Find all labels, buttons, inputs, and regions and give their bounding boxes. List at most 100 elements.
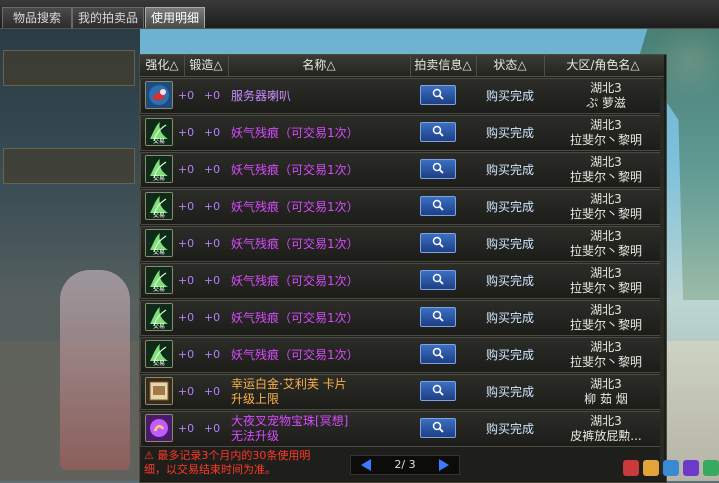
svg-text:交易: 交易 bbox=[153, 248, 165, 256]
record-limit-text: 最多记录3个月内的30条使用明细，以交易结束时间为准。 bbox=[144, 449, 311, 476]
enhance-value: +0 bbox=[177, 385, 195, 398]
auction-info-button[interactable] bbox=[420, 270, 456, 290]
item-name-line1: 妖气残痕（可交易1次） bbox=[231, 162, 359, 177]
left-box bbox=[3, 50, 135, 86]
table-row[interactable]: 交易 +0 +0 妖气残痕（可交易1次） 购买完成 湖北3 拉斐尔丶黎明 bbox=[140, 152, 664, 188]
tradable-item-icon[interactable]: 交易 bbox=[145, 155, 173, 183]
table-row[interactable]: 交易 +0 +0 妖气残痕（可交易1次） 购买完成 湖北3 拉斐尔丶黎明 bbox=[140, 337, 664, 373]
enhance-value: +0 bbox=[177, 348, 195, 361]
table-row[interactable]: +0 +0 幸运白金·艾利芙 卡片 升级上限 购买完成 湖北3 柳 茹 烟 bbox=[140, 374, 664, 410]
auction-info-button[interactable] bbox=[420, 85, 456, 105]
item-name-line1: 妖气残痕（可交易1次） bbox=[231, 125, 359, 140]
enhance-value: +0 bbox=[177, 126, 195, 139]
table-row[interactable]: +0 +0 大夜叉宠物宝珠[冥想] 无法升级 购买完成 湖北3 皮裤放屁勲... bbox=[140, 411, 664, 447]
item-name-line1: 妖气残痕（可交易1次） bbox=[231, 273, 359, 288]
character-name: 拉斐尔丶黎明 bbox=[569, 170, 642, 184]
auction-info-button[interactable] bbox=[420, 381, 456, 401]
character-figure bbox=[60, 270, 130, 470]
hud-icon[interactable] bbox=[643, 460, 659, 476]
item-name: 妖气残痕（可交易1次） bbox=[231, 264, 411, 298]
auction-info-button[interactable] bbox=[420, 418, 456, 438]
pager: 2/ 3 bbox=[350, 455, 460, 475]
hud-icon[interactable] bbox=[663, 460, 679, 476]
enhance-value: +0 bbox=[177, 163, 195, 176]
server-info: 湖北3 拉斐尔丶黎明 bbox=[551, 227, 661, 261]
status-text: 购买完成 bbox=[485, 422, 534, 436]
forge-value: +0 bbox=[203, 237, 221, 250]
tab-my-auctions[interactable]: 我的拍卖品 bbox=[72, 7, 144, 28]
item-name: 妖气残痕（可交易1次） bbox=[231, 338, 411, 372]
left-box bbox=[3, 148, 135, 184]
item-name-line1: 大夜叉宠物宝珠[冥想] bbox=[231, 414, 349, 428]
svg-text:交易: 交易 bbox=[153, 174, 165, 182]
status-text: 购买完成 bbox=[485, 311, 534, 325]
item-name: 妖气残痕（可交易1次） bbox=[231, 153, 411, 187]
tradable-item-icon[interactable]: 交易 bbox=[145, 229, 173, 257]
col-enhance[interactable]: 强化△ bbox=[140, 55, 185, 76]
enhance-value: +0 bbox=[177, 237, 195, 250]
tab-item-search[interactable]: 物品搜索 bbox=[2, 7, 72, 28]
auction-info-button[interactable] bbox=[420, 233, 456, 253]
table-row[interactable]: 交易 +0 +0 妖气残痕（可交易1次） 购买完成 湖北3 拉斐尔丶黎明 bbox=[140, 226, 664, 262]
region-name: 湖北3 bbox=[590, 414, 622, 428]
svg-text:交易: 交易 bbox=[153, 285, 165, 293]
auction-info-button[interactable] bbox=[420, 344, 456, 364]
enhance-value: +0 bbox=[177, 422, 195, 435]
table-row[interactable]: 交易 +0 +0 妖气残痕（可交易1次） 购买完成 湖北3 拉斐尔丶黎明 bbox=[140, 189, 664, 225]
auction-info-button[interactable] bbox=[420, 122, 456, 142]
hud-icon[interactable] bbox=[703, 460, 719, 476]
prev-page-icon[interactable] bbox=[361, 459, 371, 471]
tab-usage-details[interactable]: 使用明细 bbox=[145, 7, 205, 28]
col-status[interactable]: 状态△ bbox=[476, 55, 545, 76]
tradable-item-icon[interactable]: 交易 bbox=[145, 192, 173, 220]
server-info: 湖北3 拉斐尔丶黎明 bbox=[551, 153, 661, 187]
server-info: 湖北3 拉斐尔丶黎明 bbox=[551, 301, 661, 335]
auction-info-button[interactable] bbox=[420, 307, 456, 327]
region-name: 湖北3 bbox=[590, 377, 622, 391]
table-row[interactable]: 交易 +0 +0 妖气残痕（可交易1次） 购买完成 湖北3 拉斐尔丶黎明 bbox=[140, 115, 664, 151]
hud-icons bbox=[598, 455, 719, 481]
search-icon bbox=[432, 236, 444, 251]
item-name-line1: 妖气残痕（可交易1次） bbox=[231, 310, 359, 325]
hud-icon[interactable] bbox=[623, 460, 639, 476]
hud-icon[interactable] bbox=[683, 460, 699, 476]
col-name[interactable]: 名称△ bbox=[228, 55, 411, 76]
character-name: 拉斐尔丶黎明 bbox=[569, 318, 642, 332]
item-name-line1: 妖气残痕（可交易1次） bbox=[231, 236, 359, 251]
server-info: 湖北3 ぷ 萝滋 bbox=[551, 79, 661, 113]
col-server[interactable]: 大区/角色名△ bbox=[544, 55, 662, 76]
card-icon[interactable] bbox=[145, 377, 173, 405]
tradable-item-icon[interactable]: 交易 bbox=[145, 303, 173, 331]
next-page-icon[interactable] bbox=[439, 459, 449, 471]
tradable-item-icon[interactable]: 交易 bbox=[145, 266, 173, 294]
tradable-item-icon[interactable]: 交易 bbox=[145, 340, 173, 368]
region-name: 湖北3 bbox=[590, 229, 622, 243]
search-icon bbox=[432, 162, 444, 177]
search-icon bbox=[432, 310, 444, 325]
table-row[interactable]: +0 +0 服务器喇叭 购买完成 湖北3 ぷ 萝滋 bbox=[140, 78, 664, 114]
item-name: 幸运白金·艾利芙 卡片 升级上限 bbox=[231, 375, 411, 409]
table-row[interactable]: 交易 +0 +0 妖气残痕（可交易1次） 购买完成 湖北3 拉斐尔丶黎明 bbox=[140, 263, 664, 299]
region-name: 湖北3 bbox=[590, 266, 622, 280]
forge-value: +0 bbox=[203, 385, 221, 398]
search-icon bbox=[432, 88, 444, 103]
horn-icon[interactable] bbox=[145, 81, 173, 109]
table-row[interactable]: 交易 +0 +0 妖气残痕（可交易1次） 购买完成 湖北3 拉斐尔丶黎明 bbox=[140, 300, 664, 336]
item-name-line1: 妖气残痕（可交易1次） bbox=[231, 199, 359, 214]
scrollbar[interactable] bbox=[660, 79, 664, 474]
enhance-value: +0 bbox=[177, 274, 195, 287]
region-name: 湖北3 bbox=[590, 81, 622, 95]
enhance-value: +0 bbox=[177, 200, 195, 213]
auction-info-button[interactable] bbox=[420, 159, 456, 179]
tradable-item-icon[interactable]: 交易 bbox=[145, 118, 173, 146]
col-auction-info[interactable]: 拍卖信息△ bbox=[410, 55, 477, 76]
page-indicator: 2/ 3 bbox=[394, 458, 416, 471]
status-text: 购买完成 bbox=[485, 385, 534, 399]
forge-value: +0 bbox=[203, 274, 221, 287]
orb-icon[interactable] bbox=[145, 414, 173, 442]
item-name-line2: 升级上限 bbox=[231, 392, 280, 406]
item-name: 大夜叉宠物宝珠[冥想] 无法升级 bbox=[231, 412, 411, 446]
col-forge[interactable]: 锻造△ bbox=[184, 55, 229, 76]
auction-info-button[interactable] bbox=[420, 196, 456, 216]
record-limit-note: ⚠ 最多记录3个月内的30条使用明细，以交易结束时间为准。 bbox=[144, 449, 324, 477]
